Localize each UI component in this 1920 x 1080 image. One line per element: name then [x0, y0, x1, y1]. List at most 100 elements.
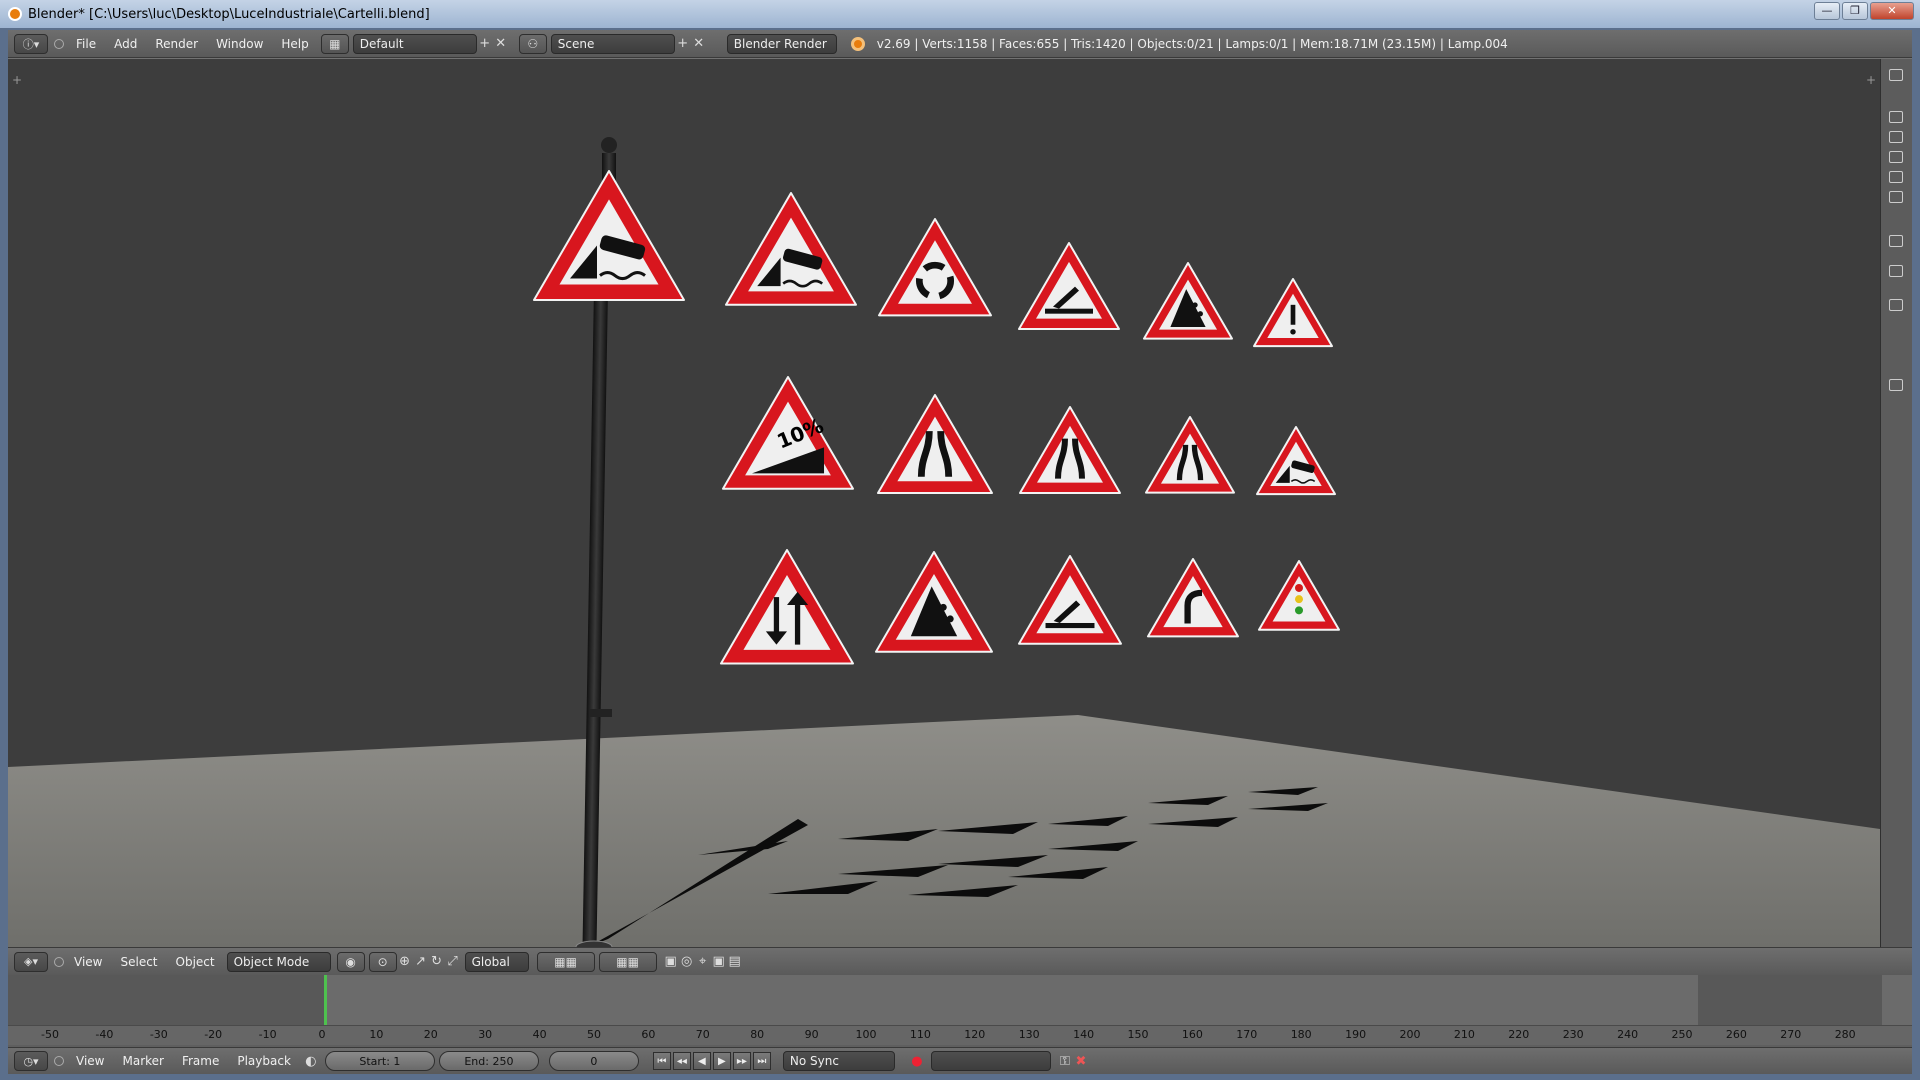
- timeline-tick-label: 110: [909, 1028, 931, 1041]
- warning-sign-falling-rocks[interactable]: [1143, 262, 1233, 340]
- menu-view[interactable]: View: [74, 955, 102, 969]
- timeline-tick-label: 150: [1127, 1028, 1149, 1041]
- layer-lock-icon[interactable]: ▣: [663, 954, 679, 970]
- timeline-tick-label: 90: [804, 1028, 819, 1041]
- jump-end-icon[interactable]: ⏭: [752, 1052, 771, 1070]
- current-frame-cursor[interactable]: [324, 975, 327, 1027]
- warning-sign-road-narrows-right[interactable]: [1145, 416, 1235, 494]
- current-frame-field[interactable]: 0: [548, 1051, 639, 1071]
- warning-sign-road-narrows-both[interactable]: [877, 394, 993, 495]
- scroll-arrow-icon[interactable]: [1889, 379, 1903, 391]
- menu-file[interactable]: File: [76, 37, 96, 51]
- record-icon[interactable]: ●: [909, 1053, 925, 1069]
- opengl-anim-icon[interactable]: ▤: [727, 954, 743, 970]
- minimize-button[interactable]: —: [1814, 2, 1840, 20]
- start-frame-field[interactable]: Start: 1: [324, 1051, 435, 1071]
- timeline-tick-label: 60: [641, 1028, 656, 1041]
- scale-icon[interactable]: ⤢: [445, 954, 461, 970]
- window-controls: — ❐ ✕: [1814, 2, 1914, 20]
- warning-sign-car-water[interactable]: [725, 192, 857, 306]
- pivot-point-icon[interactable]: ⊙: [368, 951, 397, 972]
- remove-screen-icon[interactable]: ✕: [493, 36, 509, 52]
- maximize-button[interactable]: ❐: [1842, 2, 1868, 20]
- jump-keyframe-back-icon[interactable]: ◂◂: [672, 1052, 691, 1070]
- viewport-shading-icon[interactable]: ◉: [336, 951, 365, 972]
- keying-set-field[interactable]: [930, 1051, 1051, 1071]
- blender-window: Blender* [C:\Users\luc\Desktop\LuceIndus…: [0, 0, 1920, 1080]
- constraint-icon[interactable]: [1889, 235, 1903, 247]
- opengl-render-icon[interactable]: ▣: [711, 954, 727, 970]
- warning-sign-exclamation[interactable]: [1253, 278, 1333, 348]
- toolshelf-toggle-icon[interactable]: +: [12, 73, 22, 87]
- remove-scene-icon[interactable]: ✕: [691, 36, 707, 52]
- view3d-editor-type-button[interactable]: ◈▾: [14, 951, 48, 972]
- add-screen-icon[interactable]: +: [477, 36, 493, 52]
- menu-select[interactable]: Select: [120, 955, 157, 969]
- screen-layout-field[interactable]: Default: [352, 33, 477, 54]
- scene-props-icon[interactable]: [1889, 151, 1903, 163]
- menu-object[interactable]: Object: [176, 955, 215, 969]
- warning-sign-roadworks[interactable]: [1018, 242, 1120, 330]
- snap-icon[interactable]: ⌖: [695, 954, 711, 970]
- warning-sign-road-narrows-inner[interactable]: [1019, 406, 1121, 494]
- warning-sign-bend[interactable]: [1147, 558, 1239, 638]
- warning-sign-traffic-light[interactable]: [1258, 560, 1340, 631]
- end-frame-field[interactable]: End: 250: [438, 1051, 539, 1071]
- timeline-editor[interactable]: -50 -40 -30 -20 -10 0 10 20 30 40 50 60 70 80 90 100 110…: [8, 975, 1912, 1047]
- sync-mode-select[interactable]: No Sync: [782, 1051, 895, 1071]
- manipulator-toggle-icon[interactable]: ⊕: [397, 954, 413, 970]
- menu-marker[interactable]: Marker: [122, 1054, 163, 1068]
- menu-help[interactable]: Help: [281, 37, 308, 51]
- layers-grid-2[interactable]: ▦▦: [598, 951, 657, 972]
- close-button[interactable]: ✕: [1870, 2, 1914, 20]
- menu-frame[interactable]: Frame: [182, 1054, 219, 1068]
- play-reverse-icon[interactable]: ◀: [692, 1052, 711, 1070]
- view3d-collapse-toggle[interactable]: [54, 956, 64, 967]
- 3d-viewport[interactable]: 10% + +: [8, 59, 1880, 947]
- rotate-icon[interactable]: ↻: [429, 954, 445, 970]
- outliner-icon[interactable]: [1889, 69, 1903, 81]
- scene-icon[interactable]: ⚇: [518, 33, 547, 54]
- texture-icon[interactable]: [1889, 299, 1903, 311]
- timeline-tick-label: 260: [1725, 1028, 1747, 1041]
- warning-sign-falling-rocks[interactable]: [875, 551, 993, 653]
- timeline-tick-label: 210: [1453, 1028, 1475, 1041]
- warning-sign-car-water[interactable]: [533, 170, 685, 301]
- cube-icon: ◈▾: [24, 955, 38, 968]
- layers-grid-1[interactable]: ▦▦: [536, 951, 595, 972]
- transform-orientation-select[interactable]: Global: [464, 951, 529, 972]
- modifier-icon[interactable]: [1889, 265, 1903, 277]
- timeline-editor-type-button[interactable]: ◷▾: [14, 1051, 48, 1071]
- properties-toggle-icon[interactable]: +: [1866, 73, 1876, 87]
- warning-sign-steep-hill[interactable]: 10%: [722, 376, 854, 490]
- collapse-menu-toggle[interactable]: [54, 38, 64, 49]
- menu-timeline-view[interactable]: View: [76, 1054, 104, 1068]
- insert-keyframe-icon[interactable]: ⚿: [1057, 1053, 1073, 1069]
- menu-add[interactable]: Add: [114, 37, 137, 51]
- proportional-edit-icon[interactable]: ◎: [679, 954, 695, 970]
- warning-sign-two-way[interactable]: [720, 549, 854, 665]
- warning-sign-roundabout[interactable]: [878, 218, 992, 317]
- object-icon[interactable]: [1889, 191, 1903, 203]
- translate-icon[interactable]: ↗: [413, 954, 429, 970]
- menu-render[interactable]: Render: [155, 37, 198, 51]
- render-icon[interactable]: [1889, 131, 1903, 143]
- preview-range-icon[interactable]: ◐: [303, 1053, 319, 1069]
- jump-start-icon[interactable]: ⏮: [652, 1052, 671, 1070]
- menu-window[interactable]: Window: [216, 37, 263, 51]
- delete-keyframe-icon[interactable]: ✖: [1073, 1053, 1089, 1069]
- scene-field[interactable]: Scene: [550, 33, 675, 54]
- menu-playback[interactable]: Playback: [237, 1054, 291, 1068]
- editor-type-button[interactable]: ⓘ▾: [14, 33, 48, 54]
- warning-sign-car-water[interactable]: [1256, 426, 1336, 496]
- world-icon[interactable]: [1889, 171, 1903, 183]
- add-scene-icon[interactable]: +: [675, 36, 691, 52]
- jump-keyframe-forward-icon[interactable]: ▸▸: [732, 1052, 751, 1070]
- warning-sign-roadworks[interactable]: [1018, 555, 1122, 645]
- layer-icon[interactable]: [1889, 111, 1903, 123]
- screen-layout-icon[interactable]: ▦: [320, 33, 349, 54]
- timeline-collapse-toggle[interactable]: [54, 1056, 64, 1066]
- render-engine-select[interactable]: Blender Render: [726, 33, 837, 54]
- play-icon[interactable]: ▶: [712, 1052, 731, 1070]
- mode-select[interactable]: Object Mode: [226, 951, 331, 972]
